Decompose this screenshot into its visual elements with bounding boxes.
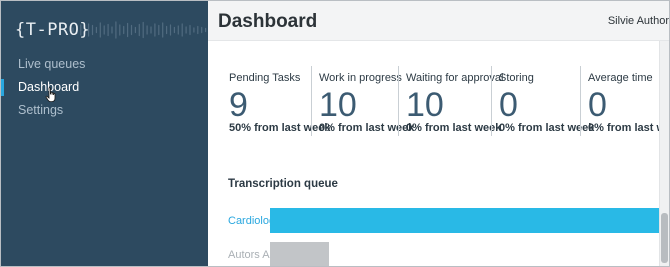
stats-row: Pending Tasks 9 50% from last week Work … [222, 66, 669, 136]
sidebar-item-label: Settings [18, 103, 64, 117]
stat-change: 0% from last week [406, 122, 502, 134]
stat-card-storing: Storing 0 0% from last week [491, 66, 594, 136]
page-title: Dashboard [218, 11, 318, 32]
queue-row-cardiology[interactable]: Cardiology [208, 208, 669, 234]
logo-text: {T-PRO} [15, 20, 91, 40]
sidebar-item-label: Live queues [18, 57, 86, 71]
stat-label: Waiting for approval [406, 72, 504, 84]
queue-row-autors[interactable]: Autors A [208, 242, 669, 266]
stat-value: 0 [588, 86, 607, 124]
sidebar: {T-PRO} Live queues Dashboard Settings [1, 1, 208, 266]
waveform-icon [72, 21, 207, 39]
stat-card-waiting-for-approval: Waiting for approval 10 0% from last wee… [398, 66, 503, 136]
stat-change: 0% from last week [588, 122, 669, 134]
sidebar-item-live-queues[interactable]: Live queues [1, 53, 208, 76]
queue-row-label[interactable]: Autors A [228, 249, 270, 261]
dashboard-content: Pending Tasks 9 50% from last week Work … [208, 42, 669, 266]
stat-label: Storing [499, 72, 534, 84]
stat-value: 9 [229, 86, 248, 124]
hand-cursor-icon [45, 87, 56, 102]
stat-value: 0 [499, 86, 518, 124]
stat-label: Pending Tasks [229, 72, 301, 84]
stat-card-average-time: Average time 0 0% from last week [580, 66, 669, 136]
app-logo[interactable]: {T-PRO} [15, 15, 207, 45]
app-window: {T-PRO} Live queues Dashboard Settings D… [0, 0, 670, 267]
scrollbar-thumb[interactable] [661, 213, 668, 263]
stat-card-work-in-progress: Work in progress 10 0% from last week [311, 66, 414, 136]
sidebar-item-dashboard[interactable]: Dashboard [1, 76, 208, 99]
sidebar-item-settings[interactable]: Settings [1, 99, 208, 122]
stat-value: 10 [406, 86, 444, 124]
stat-card-pending-tasks: Pending Tasks 9 50% from last week [222, 66, 331, 136]
queue-progress-bar [270, 208, 660, 233]
user-menu[interactable]: Silvie Author [608, 15, 669, 27]
sidebar-nav: Live queues Dashboard Settings [1, 53, 208, 122]
queue-progress-bar [270, 242, 329, 266]
stat-label: Work in progress [319, 72, 402, 84]
stat-value: 10 [319, 86, 357, 124]
transcription-queue-title: Transcription queue [228, 178, 338, 190]
stat-label: Average time [588, 72, 653, 84]
scrollbar[interactable] [659, 41, 669, 266]
top-bar: Dashboard Silvie Author [208, 1, 669, 41]
